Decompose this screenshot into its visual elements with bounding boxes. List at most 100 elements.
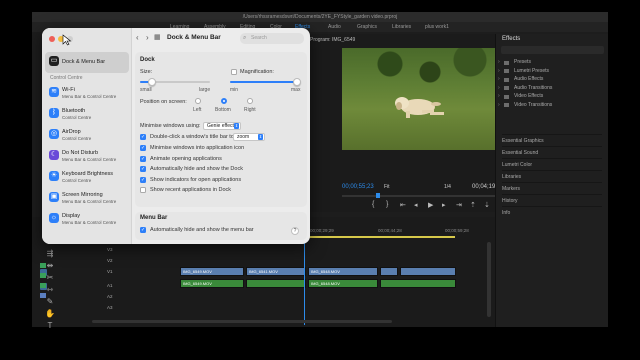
sidebar-item-airdrop[interactable]: ◎ AirDrop Control Centre (45, 125, 129, 146)
sidebar-item-label: AirDrop (62, 129, 81, 135)
effects-item-video-transitions[interactable]: › Video Transitions (498, 101, 552, 110)
show-recent-apps-checkbox[interactable] (140, 187, 146, 193)
page-title: Dock & Menu Bar (167, 34, 221, 41)
timeline-playhead[interactable] (304, 230, 305, 325)
doubleclick-label: Double-click a window's title bar to (150, 134, 234, 140)
clip-v1-4[interactable] (380, 267, 398, 276)
sidebar-item-wifi[interactable]: ≋ Wi-Fi Menu Bar & Control Centre (45, 83, 129, 104)
doubleclick-checkbox[interactable]: ✓ (140, 134, 146, 140)
position-left-radio[interactable] (195, 98, 201, 104)
magnification-slider-knob[interactable] (292, 78, 301, 86)
ruler-label: 00;00;29;29 (310, 228, 334, 233)
program-scrub-bar[interactable] (342, 193, 502, 198)
panel-markers[interactable]: Markers (502, 182, 602, 194)
magnification-slider[interactable] (230, 78, 301, 86)
minimise-into-icon-checkbox[interactable]: ✓ (140, 145, 146, 151)
play-icon[interactable]: ▶ (428, 201, 433, 209)
show-all-grid-icon[interactable]: ▦ (154, 33, 161, 41)
dock-settings-group: Dock Size: small large Magnification: mi… (135, 52, 307, 207)
magnification-slider-fill (230, 81, 297, 83)
tab-libraries[interactable]: Libraries (392, 22, 411, 32)
sidebar-item-bluetooth[interactable]: ᛒ Bluetooth Control Centre (45, 104, 129, 125)
minimise-effect-select[interactable]: Genie effect ⇕ (203, 122, 241, 130)
clip-v1-3[interactable]: IMG_6548.MOV (308, 267, 378, 276)
step-forward-icon[interactable]: ▸ (442, 201, 446, 209)
show-indicators-checkbox[interactable]: ✓ (140, 176, 146, 183)
system-settings-window: ▭ Dock & Menu Bar Control Centre ≋ Wi-Fi… (42, 28, 310, 244)
step-back-icon[interactable]: ◂ (414, 201, 418, 209)
sidebar-item-display[interactable]: ☼ Display Menu Bar & Control Centre (45, 209, 129, 230)
timeline-horizontal-scrollbar[interactable] (92, 320, 392, 323)
effects-item-video-effects[interactable]: › Video Effects (498, 92, 552, 101)
panel-libraries[interactable]: Libraries (502, 170, 602, 182)
animate-opening-checkbox[interactable]: ✓ (140, 155, 146, 162)
clip-a1-2[interactable] (246, 279, 306, 288)
minimise-into-icon-label: Minimise windows into application icon (150, 145, 245, 151)
magnification-checkbox[interactable] (231, 69, 237, 75)
back-icon[interactable]: ‹ (136, 33, 139, 42)
clip-a1-3[interactable]: IMG_6548.MOV (308, 279, 378, 288)
sidebar-list: ▭ Dock & Menu Bar Control Centre ≋ Wi-Fi… (45, 52, 129, 230)
panel-essential-graphics[interactable]: Essential Graphics (502, 134, 602, 146)
panel-essential-sound[interactable]: Essential Sound (502, 146, 602, 158)
sidebar-item-do-not-disturb[interactable]: ☾ Do Not Disturb Menu Bar & Control Cent… (45, 146, 129, 167)
position-right-radio[interactable] (247, 98, 253, 104)
clip-v1-2[interactable]: IMG_6541.MOV (246, 267, 306, 276)
panel-history[interactable]: History (502, 194, 602, 206)
wifi-icon: ≋ (49, 87, 59, 97)
position-right-label: Right (244, 107, 256, 113)
panel-info[interactable]: Info (502, 206, 602, 218)
clip-v1-5[interactable] (400, 267, 456, 276)
size-label: Size: (140, 69, 153, 75)
airdrop-icon: ◎ (49, 129, 59, 139)
sidebar-item-keyboard-brightness[interactable]: ☀ Keyboard Brightness Control Centre (45, 167, 129, 188)
effects-item-audio-effects[interactable]: › Audio Effects (498, 75, 552, 84)
program-playhead[interactable] (376, 193, 380, 198)
timeline-vertical-scrollbar[interactable] (487, 242, 491, 317)
mark-in-icon[interactable]: { (372, 201, 374, 208)
go-to-in-icon[interactable]: ⇤ (400, 201, 406, 209)
tab-plus-work1[interactable]: plus work1 (425, 22, 449, 32)
effects-item-presets[interactable]: › Presets (498, 58, 552, 67)
autohide-dock-checkbox[interactable]: ✓ (140, 166, 146, 172)
tab-graphics[interactable]: Graphics (357, 22, 377, 32)
lift-icon[interactable]: ⇡ (470, 201, 476, 209)
size-small-label: small (140, 87, 152, 93)
sidebar-item-screen-mirroring[interactable]: ▣ Screen Mirroring Menu Bar & Control Ce… (45, 188, 129, 209)
program-timecode-current[interactable]: 00;00;55;23 (342, 184, 374, 190)
go-to-out-icon[interactable]: ⇥ (456, 201, 462, 209)
dock-size-slider[interactable] (140, 78, 210, 86)
menu-bar-autohide-checkbox[interactable]: ✓ (140, 227, 146, 233)
forward-icon[interactable]: › (146, 33, 149, 42)
magnification-label: Magnification: (240, 69, 274, 75)
ruler-label: 00;00;59;28 (445, 228, 469, 233)
chevron-updown-icon: ⇕ (258, 134, 263, 140)
effects-item-label: Presets (514, 59, 531, 65)
search-input[interactable]: ⌕ Search (240, 33, 304, 44)
size-large-label: large (199, 87, 211, 93)
close-window-icon[interactable] (49, 36, 55, 42)
sidebar-item-sublabel: Control Centre (62, 115, 92, 120)
mark-out-icon[interactable]: } (386, 201, 388, 208)
track-label-v3: V3 (107, 247, 113, 252)
playback-resolution-select[interactable]: 1/4 (444, 184, 451, 190)
zoom-fit-select[interactable]: Fit (384, 184, 390, 190)
clip-a1-1[interactable]: IMG_6549.MOV (180, 279, 244, 288)
panel-lumetri-color[interactable]: Lumetri Color (502, 158, 602, 170)
effects-item-audio-transitions[interactable]: › Audio Transitions (498, 84, 552, 93)
clip-v1-1[interactable]: IMG_6549.MOV (180, 267, 244, 276)
sidebar-item-dock-menu-bar[interactable]: ▭ Dock & Menu Bar (45, 52, 129, 73)
sidebar-item-label: Do Not Disturb (62, 150, 99, 156)
dock-size-slider-knob[interactable] (147, 78, 156, 86)
help-button[interactable]: ? (291, 227, 299, 235)
chevron-right-icon: › (498, 93, 500, 99)
effects-item-lumetri-presets[interactable]: › Lumetri Presets (498, 67, 552, 76)
doubleclick-action-select[interactable]: zoom ⇕ (233, 133, 265, 141)
tab-audio[interactable]: Audio (328, 22, 341, 32)
mouse-cursor-icon (62, 34, 72, 46)
position-bottom-radio[interactable] (221, 98, 227, 104)
chevron-right-icon: › (498, 76, 500, 82)
effects-search-input[interactable] (501, 46, 604, 54)
clip-a1-4[interactable] (380, 279, 456, 288)
extract-icon[interactable]: ⇣ (484, 201, 490, 209)
